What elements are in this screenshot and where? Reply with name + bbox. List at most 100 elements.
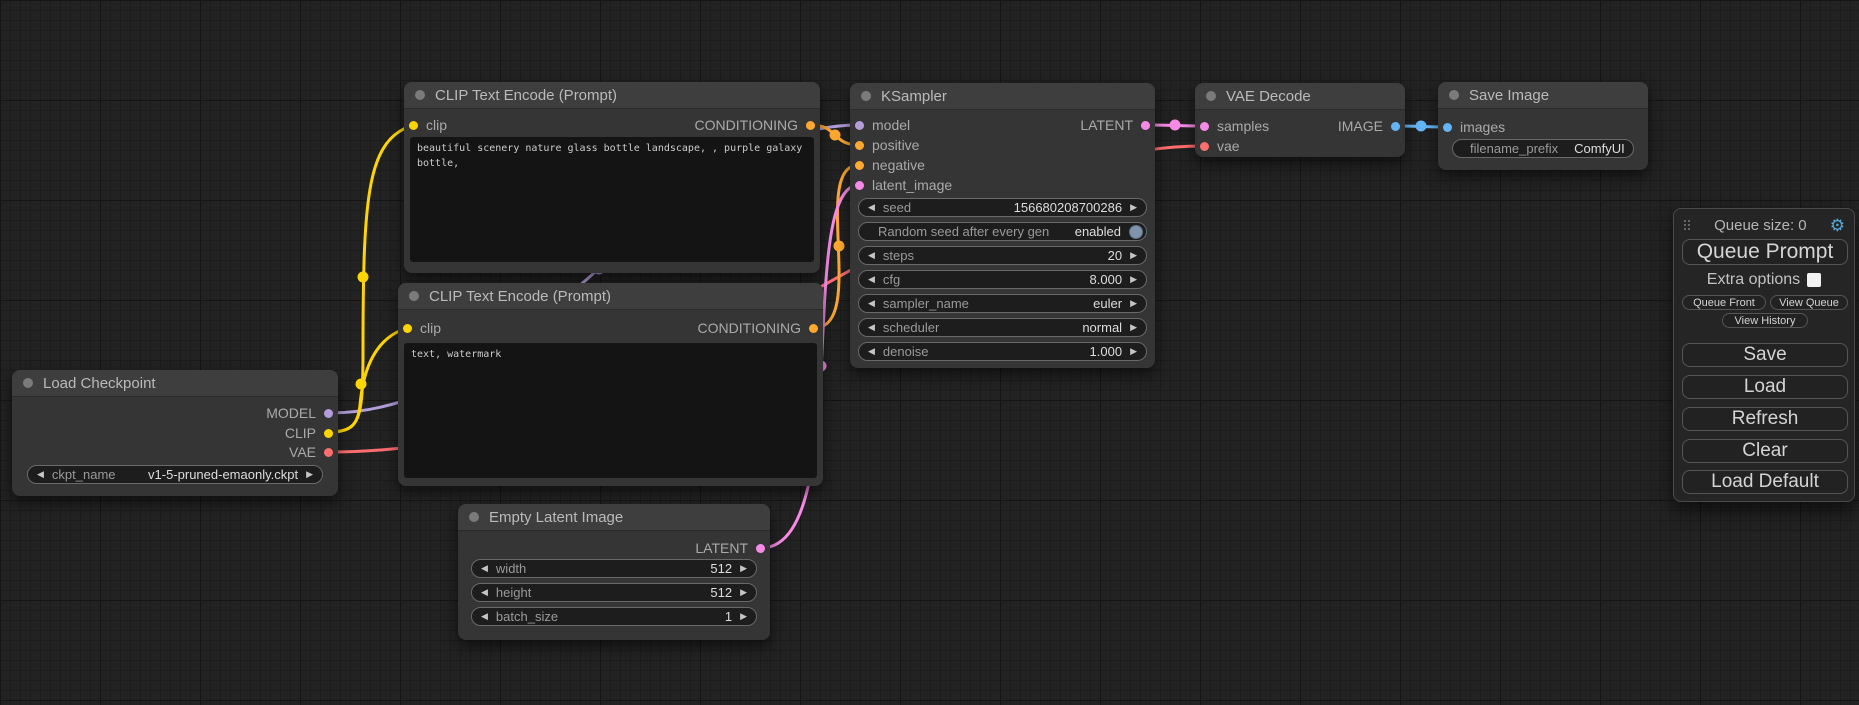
clip-output-dot[interactable] xyxy=(324,429,333,438)
collapse-dot-icon[interactable] xyxy=(861,91,871,101)
decrement-arrow-icon[interactable]: ◀ xyxy=(481,588,488,597)
node-header[interactable]: KSampler xyxy=(850,83,1155,110)
load-default-button[interactable]: Load Default xyxy=(1682,470,1848,494)
prompt-textarea[interactable]: beautiful scenery nature glass bottle la… xyxy=(410,137,814,262)
decrement-arrow-icon[interactable]: ◀ xyxy=(868,323,875,332)
node-header[interactable]: CLIP Text Encode (Prompt) xyxy=(404,82,820,109)
latent-output-dot[interactable] xyxy=(1141,121,1150,130)
prompt-textarea[interactable]: text, watermark xyxy=(404,343,817,478)
port-label: clip xyxy=(426,117,447,133)
node-load-checkpoint[interactable]: Load Checkpoint MODEL CLIP VAE ◀ ckpt_na… xyxy=(12,370,338,496)
filename-prefix-widget[interactable]: filename_prefix ComfyUI xyxy=(1452,139,1634,158)
gear-icon[interactable]: ⚙ xyxy=(1830,217,1845,234)
vae-input-dot[interactable] xyxy=(1200,142,1209,151)
images-input-dot[interactable] xyxy=(1443,123,1452,132)
scheduler-widget[interactable]: ◀ scheduler normal ▶ xyxy=(858,318,1147,337)
negative-input-dot[interactable] xyxy=(855,161,864,170)
latent-output-dot[interactable] xyxy=(756,544,765,553)
clip-input-dot[interactable] xyxy=(403,324,412,333)
decrement-arrow-icon[interactable]: ◀ xyxy=(868,299,875,308)
node-empty-latent-image[interactable]: Empty Latent Image LATENT ◀ width 512 ▶ … xyxy=(458,504,770,640)
conditioning-output-dot[interactable] xyxy=(806,121,815,130)
collapse-dot-icon[interactable] xyxy=(1449,90,1459,100)
batch-size-widget[interactable]: ◀ batch_size 1 ▶ xyxy=(471,607,757,626)
drag-handle-icon[interactable] xyxy=(1683,219,1691,231)
widget-label: sampler_name xyxy=(883,296,1085,311)
increment-arrow-icon[interactable]: ▶ xyxy=(1130,203,1137,212)
collapse-dot-icon[interactable] xyxy=(469,512,479,522)
output-port-conditioning: CONDITIONING xyxy=(695,117,815,133)
node-clip-text-encode-negative[interactable]: CLIP Text Encode (Prompt) clip CONDITION… xyxy=(398,283,823,486)
decrement-arrow-icon[interactable]: ◀ xyxy=(868,275,875,284)
load-button[interactable]: Load xyxy=(1682,375,1848,399)
increment-arrow-icon[interactable]: ▶ xyxy=(740,564,747,573)
decrement-arrow-icon[interactable]: ◀ xyxy=(37,470,44,479)
model-input-dot[interactable] xyxy=(855,121,864,130)
queue-front-button[interactable]: Queue Front xyxy=(1682,295,1766,310)
random-seed-toggle-widget[interactable]: Random seed after every gen enabled xyxy=(858,222,1147,241)
widget-value: ComfyUI xyxy=(1574,141,1625,156)
node-ksampler[interactable]: KSampler model LATENT positive negative … xyxy=(850,83,1155,368)
decrement-arrow-icon[interactable]: ◀ xyxy=(868,203,875,212)
widget-value: 512 xyxy=(710,561,732,576)
node-header[interactable]: Empty Latent Image xyxy=(458,504,770,531)
node-clip-text-encode-positive[interactable]: CLIP Text Encode (Prompt) clip CONDITION… xyxy=(404,82,820,273)
increment-arrow-icon[interactable]: ▶ xyxy=(740,612,747,621)
model-output-dot[interactable] xyxy=(324,409,333,418)
increment-arrow-icon[interactable]: ▶ xyxy=(740,588,747,597)
view-history-button[interactable]: View History xyxy=(1722,313,1808,328)
increment-arrow-icon[interactable]: ▶ xyxy=(306,470,313,479)
steps-widget[interactable]: ◀ steps 20 ▶ xyxy=(858,246,1147,265)
increment-arrow-icon[interactable]: ▶ xyxy=(1130,347,1137,356)
input-port-clip: clip xyxy=(403,320,441,336)
height-widget[interactable]: ◀ height 512 ▶ xyxy=(471,583,757,602)
widget-value: normal xyxy=(1082,320,1122,335)
image-output-dot[interactable] xyxy=(1391,122,1400,131)
extra-options-checkbox[interactable] xyxy=(1807,273,1821,287)
output-port-clip: CLIP xyxy=(285,425,333,441)
increment-arrow-icon[interactable]: ▶ xyxy=(1130,299,1137,308)
node-title: Empty Latent Image xyxy=(489,509,623,526)
decrement-arrow-icon[interactable]: ◀ xyxy=(868,251,875,260)
increment-arrow-icon[interactable]: ▶ xyxy=(1130,323,1137,332)
node-vae-decode[interactable]: VAE Decode samples IMAGE vae xyxy=(1195,83,1405,157)
widget-label: cfg xyxy=(883,272,1082,287)
sampler-name-widget[interactable]: ◀ sampler_name euler ▶ xyxy=(858,294,1147,313)
refresh-button[interactable]: Refresh xyxy=(1682,407,1848,431)
node-graph-canvas[interactable]: CLIP Text Encode (Prompt) clip CONDITION… xyxy=(0,0,1859,705)
save-button[interactable]: Save xyxy=(1682,343,1848,367)
node-header[interactable]: VAE Decode xyxy=(1195,83,1405,110)
wire-mid-dot xyxy=(358,272,369,283)
clear-button[interactable]: Clear xyxy=(1682,439,1848,463)
clip-input-dot[interactable] xyxy=(409,121,418,130)
samples-input-dot[interactable] xyxy=(1200,122,1209,131)
queue-menu-panel: Queue size: 0 ⚙ Queue Prompt Extra optio… xyxy=(1673,208,1855,502)
decrement-arrow-icon[interactable]: ◀ xyxy=(481,564,488,573)
collapse-dot-icon[interactable] xyxy=(1206,91,1216,101)
view-queue-button[interactable]: View Queue xyxy=(1770,295,1848,310)
ckpt-name-widget[interactable]: ◀ ckpt_name v1-5-pruned-emaonly.ckpt ▶ xyxy=(27,465,323,484)
node-header[interactable]: Load Checkpoint xyxy=(12,370,338,397)
decrement-arrow-icon[interactable]: ◀ xyxy=(868,347,875,356)
queue-prompt-button[interactable]: Queue Prompt xyxy=(1682,239,1848,265)
width-widget[interactable]: ◀ width 512 ▶ xyxy=(471,559,757,578)
vae-output-dot[interactable] xyxy=(324,448,333,457)
node-header[interactable]: CLIP Text Encode (Prompt) xyxy=(398,283,823,310)
conditioning-output-dot[interactable] xyxy=(809,324,818,333)
node-save-image[interactable]: Save Image images filename_prefix ComfyU… xyxy=(1438,82,1648,170)
cfg-widget[interactable]: ◀ cfg 8.000 ▶ xyxy=(858,270,1147,289)
collapse-dot-icon[interactable] xyxy=(415,90,425,100)
positive-input-dot[interactable] xyxy=(855,141,864,150)
seed-widget[interactable]: ◀ seed 156680208700286 ▶ xyxy=(858,198,1147,217)
collapse-dot-icon[interactable] xyxy=(409,291,419,301)
denoise-widget[interactable]: ◀ denoise 1.000 ▶ xyxy=(858,342,1147,361)
increment-arrow-icon[interactable]: ▶ xyxy=(1130,275,1137,284)
latent-image-input-dot[interactable] xyxy=(855,181,864,190)
widget-value: 1.000 xyxy=(1090,344,1123,359)
port-label: VAE xyxy=(289,444,316,460)
node-header[interactable]: Save Image xyxy=(1438,82,1648,109)
decrement-arrow-icon[interactable]: ◀ xyxy=(481,612,488,621)
collapse-dot-icon[interactable] xyxy=(23,378,33,388)
toggle-icon[interactable] xyxy=(1129,225,1143,239)
increment-arrow-icon[interactable]: ▶ xyxy=(1130,251,1137,260)
